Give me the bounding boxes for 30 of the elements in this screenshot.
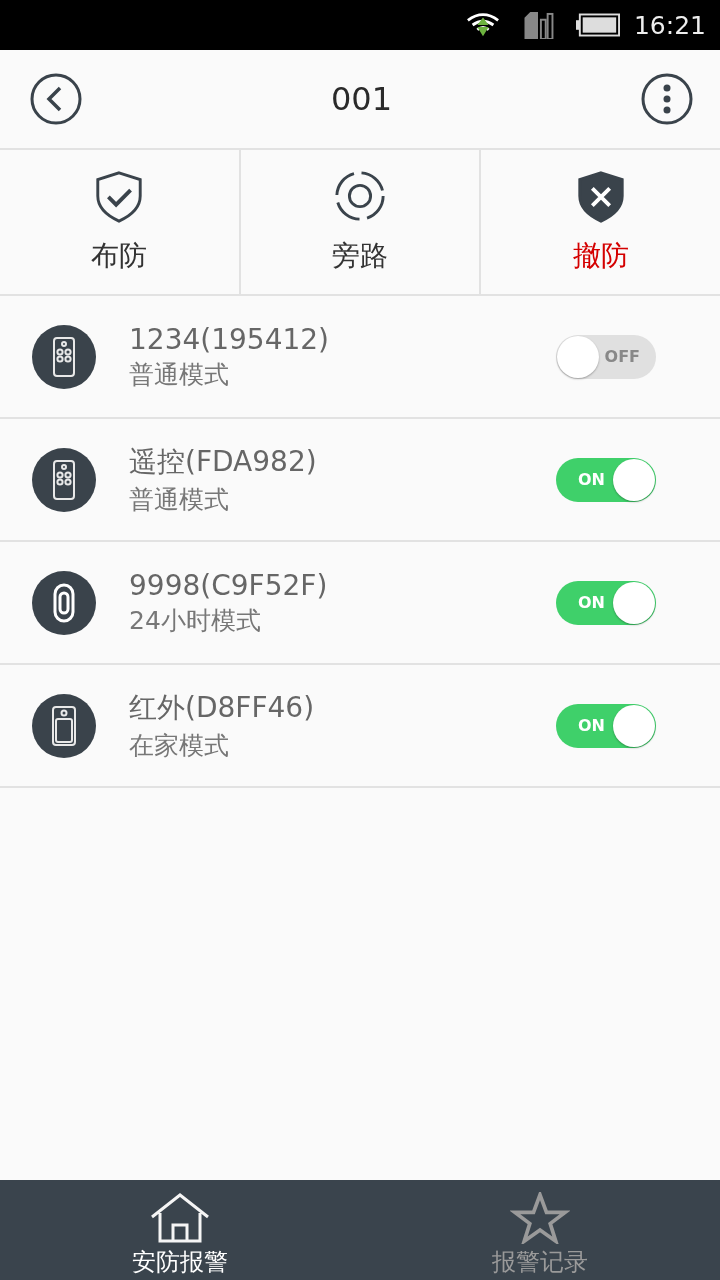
toggle-switch[interactable]: ON	[556, 703, 656, 748]
back-icon[interactable]	[30, 73, 82, 125]
toggle-switch[interactable]: OFF	[556, 334, 656, 379]
device-name: 遥控(FDA982)	[129, 444, 318, 480]
nav-tab[interactable]: 安防报警	[0, 1180, 360, 1280]
wifi-icon	[465, 11, 500, 39]
mode-tab[interactable]: 旁路	[240, 150, 482, 294]
battery-icon	[575, 13, 620, 37]
remote-icon	[32, 324, 96, 389]
home-icon	[150, 1192, 210, 1244]
target-icon	[333, 169, 387, 223]
toggle-switch[interactable]: ON	[556, 457, 656, 502]
clock-time: 16:21	[633, 10, 706, 40]
device-name: 红外(D8FF46)	[129, 690, 316, 726]
device-mode: 24小时模式	[129, 604, 262, 637]
more-icon[interactable]	[641, 73, 693, 125]
page-title: 001	[330, 80, 393, 118]
star-icon	[510, 1192, 570, 1244]
device-mode: 在家模式	[129, 730, 230, 762]
device-name: 1234(195412)	[129, 322, 330, 356]
remote-icon	[32, 447, 96, 512]
toggle-switch[interactable]: ON	[556, 580, 656, 625]
mode-tab[interactable]: 布防	[0, 150, 241, 294]
detector-icon	[32, 693, 96, 758]
device-mode: 普通模式	[129, 484, 230, 516]
nav-tab[interactable]: 报警记录	[360, 1180, 720, 1280]
device-mode: 普通模式	[129, 358, 230, 391]
device-name: 9998(C9F52F)	[129, 568, 329, 602]
sensor-icon	[32, 570, 96, 635]
mode-tab[interactable]: 撤防	[481, 150, 720, 294]
